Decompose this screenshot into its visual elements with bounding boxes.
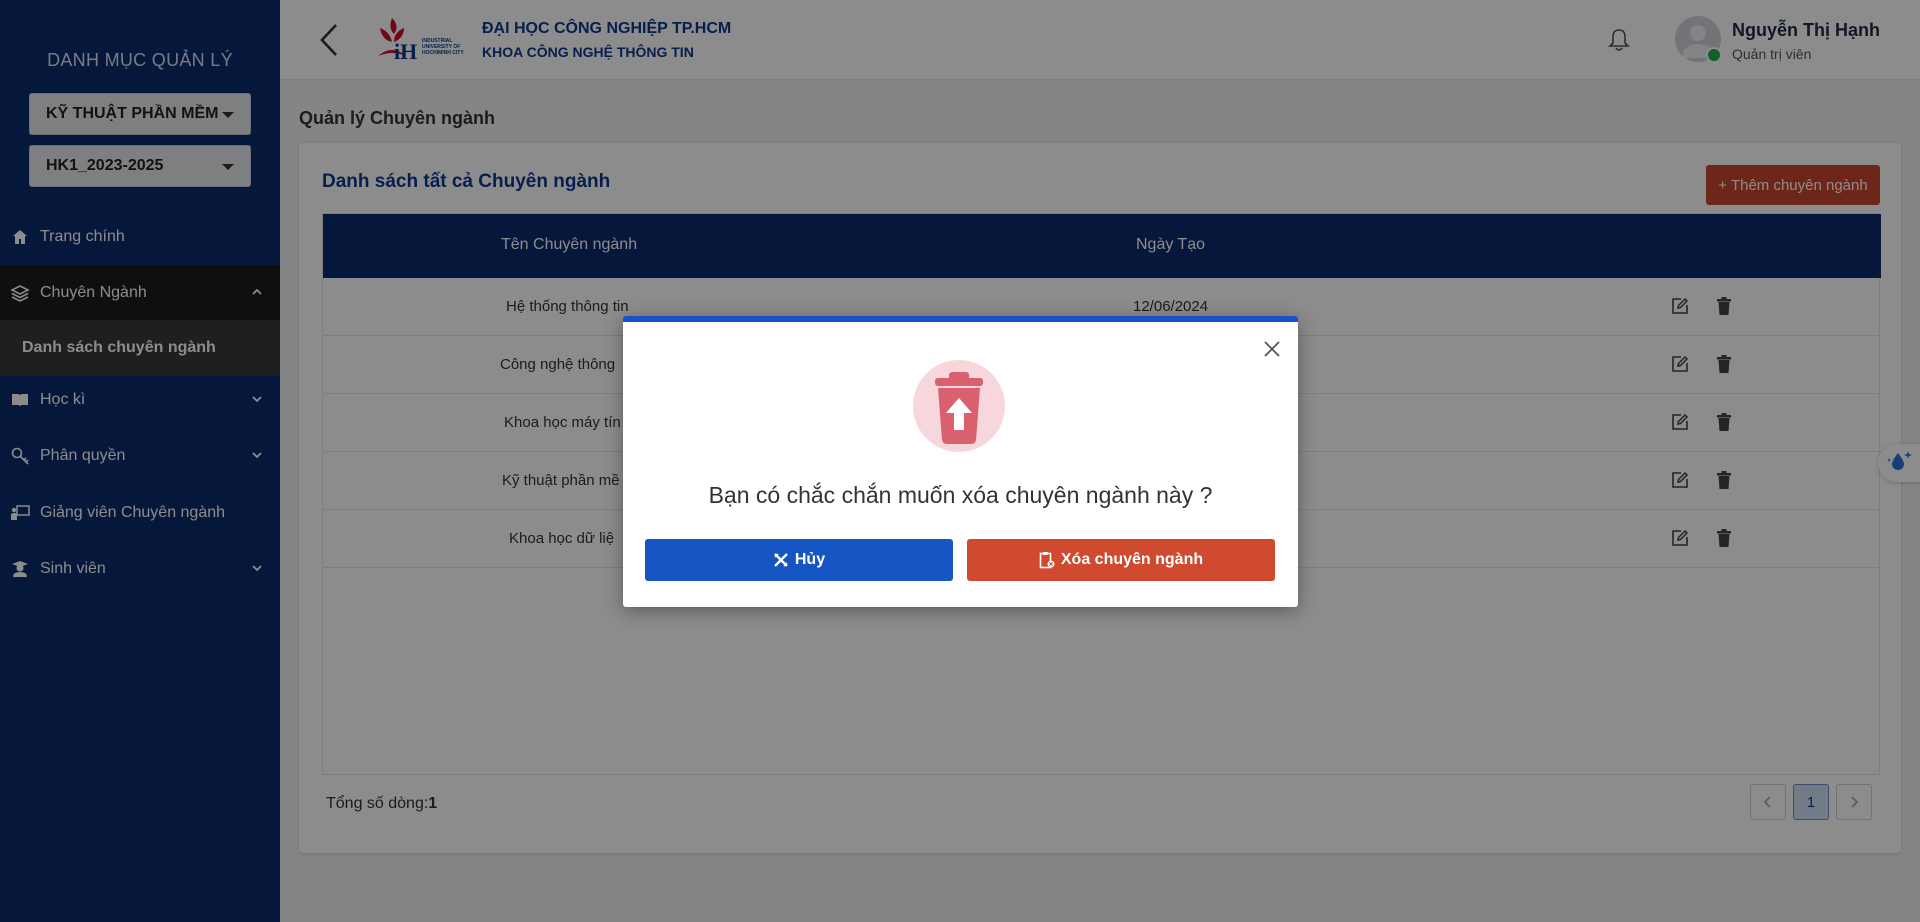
clipboard-delete-icon [1039, 551, 1055, 569]
confirm-question: Bạn có chắc chắn muốn xóa chuyên ngành n… [708, 482, 1213, 508]
delete-confirm-dialog: Bạn có chắc chắn muốn xóa chuyên ngành n… [623, 316, 1298, 607]
cancel-x-icon [773, 552, 789, 568]
delete-major-button[interactable]: Xóa chuyên ngành [967, 539, 1275, 581]
close-icon[interactable] [1263, 336, 1281, 362]
delete-button-label: Xóa chuyên ngành [1060, 551, 1204, 568]
cancel-button[interactable]: Hủy [645, 539, 953, 581]
trash-upload-icon [913, 360, 1005, 452]
cancel-button-label: Hủy [794, 551, 826, 568]
